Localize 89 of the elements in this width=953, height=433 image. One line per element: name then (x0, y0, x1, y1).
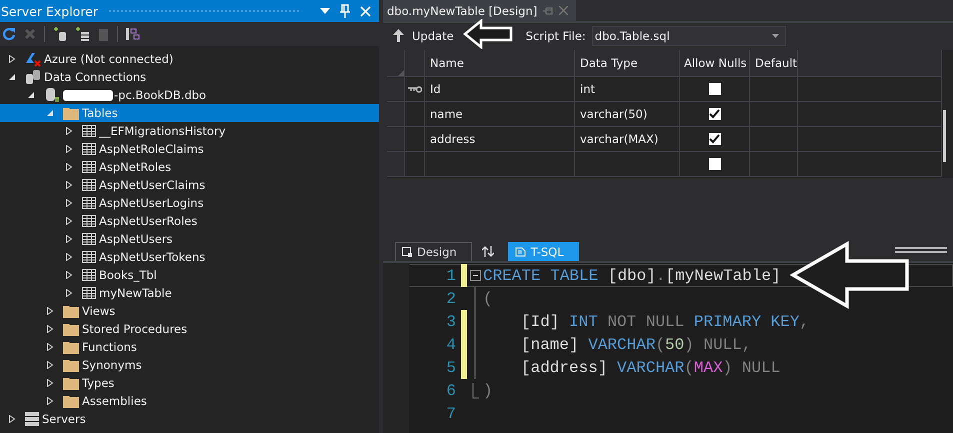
line-number: 7 (445, 404, 456, 422)
allow-nulls-checkbox[interactable] (708, 83, 720, 95)
column-header[interactable]: Default (750, 50, 798, 76)
expand-arrow-icon[interactable] (46, 307, 54, 315)
tree-item[interactable]: Functions (0, 338, 379, 356)
collapse-icon[interactable] (470, 270, 480, 281)
tree-item[interactable]: AspNetRoleClaims (0, 140, 379, 158)
column-header[interactable]: Data Type (575, 50, 680, 76)
expand-arrow-icon[interactable] (65, 217, 73, 225)
design-icon (402, 247, 412, 257)
allow-nulls-checkbox[interactable] (708, 158, 720, 170)
expand-arrow-icon[interactable] (65, 235, 73, 243)
tree-item[interactable]: AspNetUsers (0, 230, 379, 248)
tree-item[interactable]: AspNetRoles (0, 158, 379, 176)
tree-item[interactable]: Types (0, 374, 379, 392)
swap-panes-icon[interactable] (482, 246, 494, 257)
add-connection-icon[interactable] (53, 27, 67, 41)
tree-item[interactable]: AspNetUserLogins (0, 194, 379, 212)
update-button[interactable]: Update (389, 26, 458, 44)
code-line: ( (483, 290, 493, 308)
expand-arrow-icon[interactable] (46, 379, 54, 387)
refresh-icon[interactable] (2, 27, 16, 41)
tree-item[interactable]: Servers (0, 410, 379, 428)
code-line: ) (483, 382, 493, 400)
tree-item[interactable]: Stored Procedures (0, 320, 379, 338)
line-number: 6 (445, 382, 456, 400)
tree-item[interactable]: myNewTable (0, 284, 379, 302)
tree-item[interactable]: Tables (0, 104, 379, 122)
key-icon (408, 86, 422, 92)
tree-item[interactable]: Data Connections (0, 68, 379, 86)
expand-arrow-icon[interactable] (46, 343, 54, 351)
expand-arrow-icon[interactable] (65, 199, 73, 207)
script-file-dropdown[interactable]: dbo.Table.sql (592, 26, 786, 46)
expand-arrow-icon[interactable] (46, 397, 54, 405)
tree-item[interactable]: -pc.BookDB.dbo (0, 86, 379, 104)
expand-arrow-icon[interactable] (65, 181, 73, 189)
collapse-arrow-icon[interactable] (8, 73, 16, 81)
line-number: 4 (445, 336, 456, 354)
expand-arrow-icon[interactable] (65, 127, 73, 135)
tree-item[interactable]: AspNetUserClaims (0, 176, 379, 194)
expand-arrow-icon[interactable] (8, 415, 16, 423)
code-line: CREATE TABLE [dbo].[myNewTable] (483, 266, 781, 284)
allow-nulls-checkbox[interactable] (708, 108, 720, 120)
up-arrow-icon (393, 29, 404, 42)
tree-item[interactable]: AspNetUserRoles (0, 212, 379, 230)
tree-item[interactable]: __EFMigrationsHistory (0, 122, 379, 140)
code-line: [Id] INT NOT NULL PRIMARY KEY, (520, 312, 810, 330)
line-number: 2 (445, 290, 456, 308)
expand-arrow-icon[interactable] (46, 361, 54, 369)
pane-splitter-icon[interactable] (895, 247, 947, 253)
table-cell[interactable]: address (425, 127, 575, 151)
disconnect-icon (24, 28, 36, 40)
code-line: [name] VARCHAR(50) NULL, (520, 336, 752, 354)
tree-item[interactable]: Views (0, 302, 379, 320)
table-cell[interactable]: varchar(MAX) (575, 127, 680, 151)
column-header[interactable]: Name (425, 50, 575, 76)
line-number: 5 (445, 358, 456, 376)
script-icon (514, 247, 526, 257)
tree-item[interactable]: Books_Tbl (0, 266, 379, 284)
table-cell[interactable]: int (575, 77, 680, 101)
collapse-arrow-icon[interactable] (27, 91, 35, 99)
table-cell[interactable]: varchar(50) (575, 102, 680, 126)
allow-nulls-checkbox[interactable] (708, 133, 720, 145)
diagram-icon[interactable] (126, 27, 140, 41)
dropdown-icon (772, 34, 779, 38)
expand-arrow-icon[interactable] (65, 163, 73, 171)
dropdown-icon[interactable] (320, 8, 330, 14)
column-header[interactable]: Allow Nulls (680, 50, 750, 76)
tree-item[interactable]: Azure (Not connected) (0, 50, 379, 68)
expand-arrow-icon[interactable] (46, 325, 54, 333)
line-number: 3 (445, 312, 456, 330)
tree-item[interactable]: Assemblies (0, 392, 379, 410)
table-cell[interactable]: name (425, 102, 575, 126)
tree-item[interactable]: Synonyms (0, 356, 379, 374)
expand-arrow-icon[interactable] (65, 253, 73, 261)
panel-title: Server Explorer (1, 4, 98, 18)
annotation-arrow (463, 19, 513, 49)
expand-arrow-icon[interactable] (65, 145, 73, 153)
code-line: [address] VARCHAR(MAX) NULL (520, 358, 780, 376)
scrollbar-thumb[interactable] (943, 110, 946, 162)
tree-item[interactable]: AspNetUserTokens (0, 248, 379, 266)
expand-arrow-icon[interactable] (65, 271, 73, 279)
add-server-icon[interactable] (75, 27, 89, 41)
table-cell[interactable]: Id (425, 77, 575, 101)
expand-arrow-icon[interactable] (65, 289, 73, 297)
view-tab[interactable]: Design (395, 242, 472, 261)
expand-arrow-icon[interactable] (8, 55, 16, 63)
line-number: 1 (445, 266, 456, 284)
script-file-label: Script File: (526, 28, 586, 42)
